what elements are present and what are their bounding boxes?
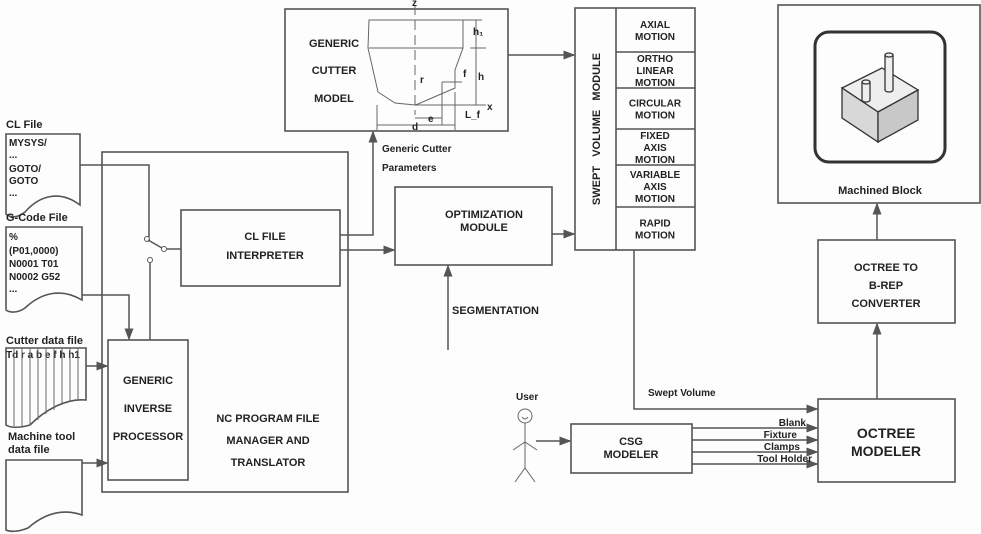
optimization-line: OPTIMIZATION bbox=[445, 209, 523, 221]
cl-line: ... bbox=[9, 188, 18, 199]
nc-manager-line: TRANSLATOR bbox=[231, 457, 306, 469]
diagram-canvas: CL File MYSYS/ ... GOTO/ GOTO ... G-Code… bbox=[5, 0, 981, 533]
f-symbol: f bbox=[463, 69, 467, 80]
user-figure: User bbox=[512, 392, 538, 483]
cl-file-label: CL File bbox=[6, 119, 42, 131]
motion-types: AXIALMOTIONORTHOLINEARMOTIONCIRCULARMOTI… bbox=[629, 20, 682, 242]
motion-rapid-label: MOTION bbox=[635, 231, 675, 242]
axis-z-symbol: z bbox=[412, 0, 417, 9]
cutter-data-file-document: Cutter data file Td r a b e f h h1 bbox=[5, 335, 87, 429]
machined-block-3d-icon bbox=[840, 52, 920, 144]
cl-line: ... bbox=[9, 150, 18, 161]
cl-file-interpreter: CL FILE INTERPRETER bbox=[180, 209, 341, 287]
d-symbol: d bbox=[412, 122, 418, 133]
selector-switch bbox=[147, 239, 163, 249]
swept-volume-arrow bbox=[633, 250, 819, 414]
csg-modeler: CSG MODELER bbox=[570, 423, 693, 474]
h-symbol: h bbox=[478, 72, 484, 83]
motion-fixed-axis-label: FIXED bbox=[640, 131, 669, 142]
segmentation-label: SEGMENTATION bbox=[452, 305, 539, 317]
cutter-data-file-label: Cutter data file bbox=[6, 335, 83, 347]
converter-line: B-REP bbox=[869, 280, 903, 292]
interpreter-line: CL FILE bbox=[244, 231, 285, 243]
converter-line: OCTREE TO bbox=[854, 262, 918, 274]
h1-symbol: h₁ bbox=[473, 27, 483, 38]
motion-fixed-axis-label: AXIS bbox=[643, 143, 667, 154]
motion-ortho-linear-label: ORTHO bbox=[637, 54, 673, 65]
nc-manager-line: MANAGER AND bbox=[226, 435, 309, 447]
machine-tool-label-2: data file bbox=[8, 444, 50, 456]
output-fixture-label: Fixture bbox=[764, 430, 798, 441]
cl-line: GOTO/ bbox=[9, 164, 41, 175]
motion-ortho-linear-label: LINEAR bbox=[636, 66, 674, 77]
cl-file-document: CL File MYSYS/ ... GOTO/ GOTO ... bbox=[5, 119, 81, 218]
gip-line: PROCESSOR bbox=[113, 431, 183, 443]
nc-verification-system-diagram: CL File MYSYS/ ... GOTO/ GOTO ... G-Code… bbox=[0, 0, 981, 534]
gcode-line: (P01,0000) bbox=[9, 246, 58, 257]
machine-tool-label-1: Machine tool bbox=[8, 431, 75, 443]
motion-circular-label: CIRCULAR bbox=[629, 99, 682, 110]
user-label: User bbox=[516, 392, 538, 403]
gip-line: INVERSE bbox=[124, 403, 172, 415]
cutter-params-label: Generic Cutter bbox=[382, 144, 452, 155]
csg-line: MODELER bbox=[604, 449, 659, 461]
csg-line: CSG bbox=[619, 436, 643, 448]
swept-volume-label: Swept Volume bbox=[648, 388, 716, 399]
machine-tool-data-file-document: Machine tool data file bbox=[5, 431, 83, 533]
motion-variable-axis-label: VARIABLE bbox=[630, 170, 681, 181]
input-connectors bbox=[80, 164, 181, 468]
output-blank-label: Blank bbox=[779, 418, 807, 429]
gip-line: GENERIC bbox=[123, 375, 173, 387]
generic-inverse-processor: GENERIC INVERSE PROCESSOR bbox=[107, 339, 189, 481]
output-clamps-label: Clamps bbox=[764, 442, 801, 453]
machined-block-panel: Machined Block bbox=[777, 4, 981, 204]
motion-axial-label: AXIAL bbox=[640, 20, 670, 31]
gcode-file-document: G-Code File % (P01,0000) N0001 T01 N0002… bbox=[5, 212, 83, 313]
gcode-line: N0002 G52 bbox=[9, 272, 61, 283]
gcode-line: ... bbox=[9, 284, 18, 295]
csg-outputs: Blank Fixture Clamps Tool Holder bbox=[692, 418, 819, 469]
motion-variable-axis-label: MOTION bbox=[635, 194, 675, 205]
nc-manager-line: NC PROGRAM FILE bbox=[216, 413, 319, 425]
swept-volume-module-title: SWEPT VOLUME MODULE bbox=[591, 53, 603, 205]
gcode-line: N0001 T01 bbox=[9, 259, 59, 270]
lf-symbol: L_f bbox=[465, 110, 481, 121]
gcode-file-label: G-Code File bbox=[6, 212, 68, 224]
interpreter-line: INTERPRETER bbox=[226, 250, 304, 262]
octree-to-brep-converter: OCTREE TO B-REP CONVERTER bbox=[817, 239, 956, 324]
gcode-line: % bbox=[9, 232, 18, 243]
params-arrow bbox=[340, 130, 378, 236]
motion-ortho-linear-label: MOTION bbox=[635, 78, 675, 89]
converter-line: CONVERTER bbox=[851, 298, 920, 310]
optimization-line: MODULE bbox=[460, 222, 508, 234]
cutter-geometry-sketch: z x h₁ h r e d f L_f bbox=[367, 0, 493, 133]
motion-circular-label: MOTION bbox=[635, 111, 675, 122]
generic-cutter-model: GENERIC CUTTER MODEL z x h₁ h r e d f L_… bbox=[284, 0, 509, 133]
cl-line: GOTO bbox=[9, 176, 38, 187]
octree-modeler-line: OCTREE bbox=[857, 425, 915, 441]
octree-modeler: OCTREE MODELER bbox=[817, 398, 956, 483]
r-symbol: r bbox=[420, 75, 424, 86]
motion-axial-label: MOTION bbox=[635, 32, 675, 43]
user-head-icon bbox=[517, 408, 533, 424]
cutter-model-line: MODEL bbox=[314, 93, 354, 105]
octree-modeler-line: MODELER bbox=[851, 443, 921, 459]
machined-block-label: Machined Block bbox=[838, 185, 923, 197]
cutter-data-header: Td r a b e f h h1 bbox=[6, 350, 80, 361]
optimization-module: OPTIMIZATION MODULE bbox=[394, 186, 553, 266]
motion-variable-axis-label: AXIS bbox=[643, 182, 667, 193]
motion-rapid-label: RAPID bbox=[639, 219, 670, 230]
swept-volume-module: SWEPT VOLUME MODULE AXIALMOTIONORTHOLINE… bbox=[574, 7, 696, 251]
cl-line: MYSYS/ bbox=[9, 138, 47, 149]
cutter-params-label: Parameters bbox=[382, 163, 437, 174]
output-tool-holder-label: Tool Holder bbox=[757, 454, 812, 465]
cutter-model-line: GENERIC bbox=[309, 38, 359, 50]
e-symbol: e bbox=[428, 114, 434, 125]
cutter-model-line: CUTTER bbox=[312, 65, 357, 77]
axis-x-symbol: x bbox=[487, 102, 493, 113]
motion-fixed-axis-label: MOTION bbox=[635, 155, 675, 166]
